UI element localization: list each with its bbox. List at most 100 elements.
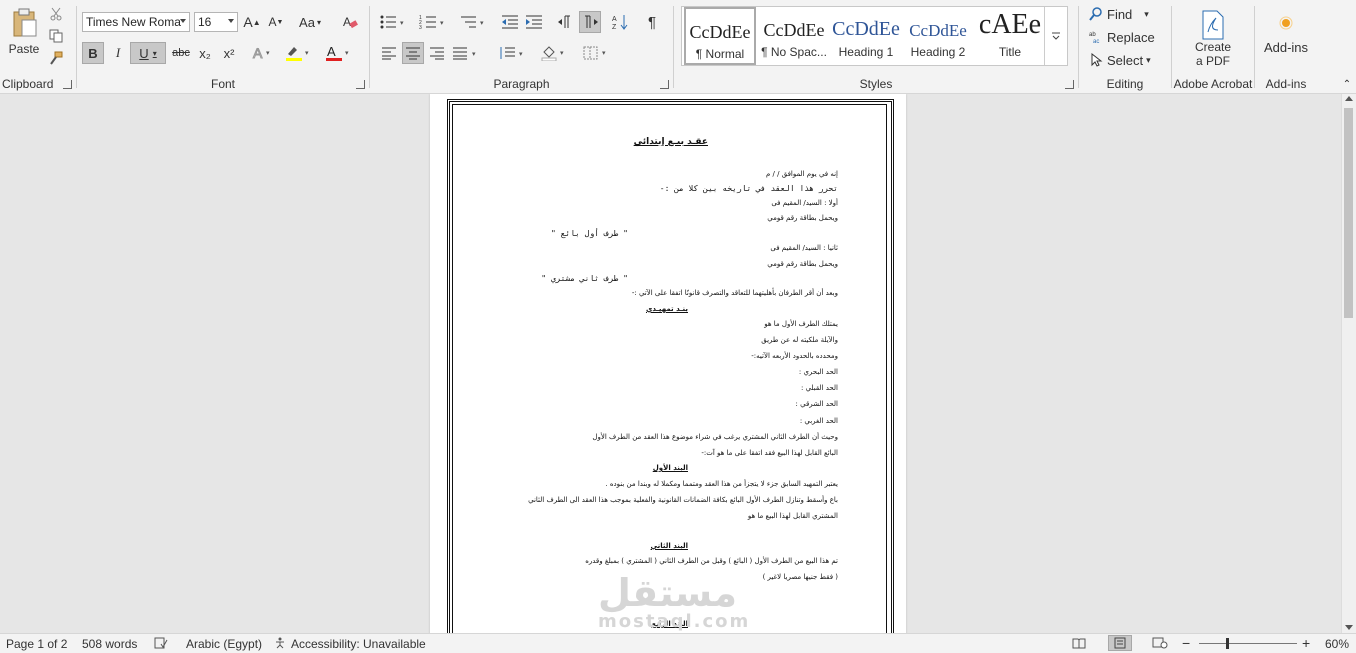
italic-label: I (115, 45, 121, 60)
eraser-icon: A (343, 15, 358, 29)
replace-button[interactable]: ab ac Replace (1089, 28, 1165, 46)
create-pdf-button[interactable]: Create a PDF (1180, 6, 1246, 72)
addins-button[interactable]: Add-ins (1259, 10, 1313, 60)
increase-indent-button[interactable] (524, 12, 544, 32)
svg-text:▾: ▾ (440, 20, 444, 27)
print-layout-icon[interactable] (1108, 635, 1132, 651)
clear-formatting-button[interactable]: A (341, 12, 359, 32)
doc-line: تم هذا البيع من الطرف الأول ( البائع ) و… (585, 557, 838, 565)
multilevel-list-button[interactable]: ▾ (458, 12, 488, 32)
scroll-up-arrow[interactable] (1345, 96, 1353, 101)
create-pdf-label-2: a PDF (1195, 54, 1230, 68)
doc-heading: البند الأول (652, 464, 688, 472)
language[interactable]: Arabic (Egypt) (186, 637, 262, 651)
read-mode-icon[interactable] (1072, 637, 1086, 652)
accessibility-icon[interactable] (274, 637, 288, 652)
styles-group: Styles (674, 0, 1078, 93)
subscript-button[interactable]: x₂ (194, 42, 216, 64)
grow-font-button[interactable]: A ▲ (243, 12, 261, 32)
numbering-button[interactable]: 1 2 3 ▾ (418, 12, 448, 32)
font-size-value: 16 (198, 15, 212, 29)
align-left-button[interactable] (378, 42, 400, 64)
decrease-indent-button[interactable] (500, 12, 520, 32)
doc-line: المشتري القابل لهذا البيع ما هو (747, 512, 838, 520)
zoom-out-button[interactable]: − (1182, 635, 1190, 651)
rtl-icon (585, 15, 598, 28)
shrink-font-button[interactable]: A ▼ (267, 12, 285, 32)
zoom-slider-track[interactable] (1199, 643, 1297, 644)
addins-label: Add-ins (1263, 39, 1309, 55)
shrink-font-label: A (268, 15, 277, 29)
paste-label: Paste (8, 42, 40, 56)
line-spacing-button[interactable]: ▾ (496, 42, 528, 64)
strikethrough-button[interactable]: abc (170, 42, 192, 64)
justify-icon: ▾ (453, 47, 476, 60)
copy-button[interactable] (48, 28, 64, 44)
styles-launcher[interactable] (1065, 80, 1074, 89)
document-page[interactable]: عقـد بيـع إبتدائي إنه في يوم الموافق / /… (430, 94, 906, 634)
multilevel-list-icon: ▾ (461, 16, 484, 28)
align-right-button[interactable] (426, 42, 448, 64)
justify-button[interactable]: ▾ (450, 42, 482, 64)
paste-button[interactable]: Paste (4, 4, 44, 60)
editing-group-label: Editing (1106, 77, 1144, 91)
paint-bucket-icon: ▾ (541, 46, 564, 61)
decrease-indent-icon (502, 15, 518, 29)
find-button[interactable]: Find ▾ (1089, 5, 1165, 23)
watermark-text: مستقل (598, 571, 737, 615)
scroll-thumb[interactable] (1344, 108, 1353, 318)
ltr-button[interactable] (556, 12, 576, 32)
collapse-ribbon-button[interactable]: ⌃ (1340, 78, 1354, 90)
paragraph-launcher[interactable] (660, 80, 669, 89)
align-center-button[interactable] (402, 42, 424, 64)
font-color-icon: A ▾ (326, 44, 349, 61)
format-painter-button[interactable] (48, 50, 64, 66)
font-name-combo[interactable]: Times New Roma (82, 12, 190, 32)
sort-button[interactable]: AZ (610, 12, 630, 32)
superscript-button[interactable]: x² (218, 42, 240, 64)
doc-heading: بنـد تمهيـدي (645, 305, 688, 313)
doc-line: يعتبر التمهيد السابق جزء لا يتجزأ من هذا… (605, 480, 838, 488)
doc-line: الحد البحري : (798, 368, 838, 376)
grow-font-label: A (243, 14, 253, 30)
bullets-button[interactable]: ▾ (378, 12, 408, 32)
accessibility-status[interactable]: Accessibility: Unavailable (291, 637, 426, 651)
borders-button[interactable]: ▾ (580, 42, 612, 64)
zoom-in-button[interactable]: + (1302, 635, 1310, 651)
font-group: Times New Roma 16 A ▲ A ▼ Aa ▾ A B I U ▾ abc… (77, 0, 369, 93)
change-case-label: Aa (299, 14, 315, 30)
vertical-scrollbar[interactable] (1341, 94, 1356, 634)
scroll-down-arrow[interactable] (1345, 625, 1353, 630)
proofing-icon[interactable] (154, 637, 168, 652)
select-button[interactable]: Select ▾ (1089, 51, 1165, 69)
svg-text:▾: ▾ (400, 20, 404, 27)
zoom-slider-thumb[interactable] (1226, 638, 1229, 649)
document-canvas: عقـد بيـع إبتدائي إنه في يوم الموافق / /… (0, 94, 1342, 634)
cut-button[interactable] (48, 6, 64, 22)
watermark: مستقل mostaql.com (598, 574, 798, 632)
font-launcher[interactable] (356, 80, 365, 89)
clipboard-launcher[interactable] (63, 80, 72, 89)
text-effects-button[interactable]: A ▾ (249, 42, 277, 64)
bold-button[interactable]: B (82, 42, 104, 64)
font-color-button[interactable]: A ▾ (323, 42, 355, 64)
svg-text:▾: ▾ (560, 50, 564, 57)
word-count[interactable]: 508 words (82, 637, 137, 651)
align-right-icon (430, 47, 444, 60)
align-left-icon (382, 47, 396, 60)
borders-icon: ▾ (583, 46, 606, 60)
underline-button[interactable]: U ▾ (130, 42, 166, 64)
page-count[interactable]: Page 1 of 2 (6, 637, 67, 651)
web-layout-icon[interactable] (1152, 637, 1168, 652)
shading-button[interactable]: ▾ (538, 42, 570, 64)
highlight-color-button[interactable]: ▾ (283, 42, 315, 64)
svg-text:▾: ▾ (480, 20, 484, 27)
italic-button[interactable]: I (107, 42, 129, 64)
show-marks-button[interactable]: ¶ (642, 12, 662, 32)
doc-line: ومحدده بالحدود الأربعه الآتيه:- (751, 352, 838, 360)
change-case-button[interactable]: Aa ▾ (295, 12, 325, 32)
rtl-button[interactable] (579, 11, 601, 33)
doc-line: والآيلة ملكيته له عن طريق (761, 336, 838, 344)
zoom-level[interactable]: 60% (1325, 637, 1349, 651)
font-size-combo[interactable]: 16 (194, 12, 238, 32)
